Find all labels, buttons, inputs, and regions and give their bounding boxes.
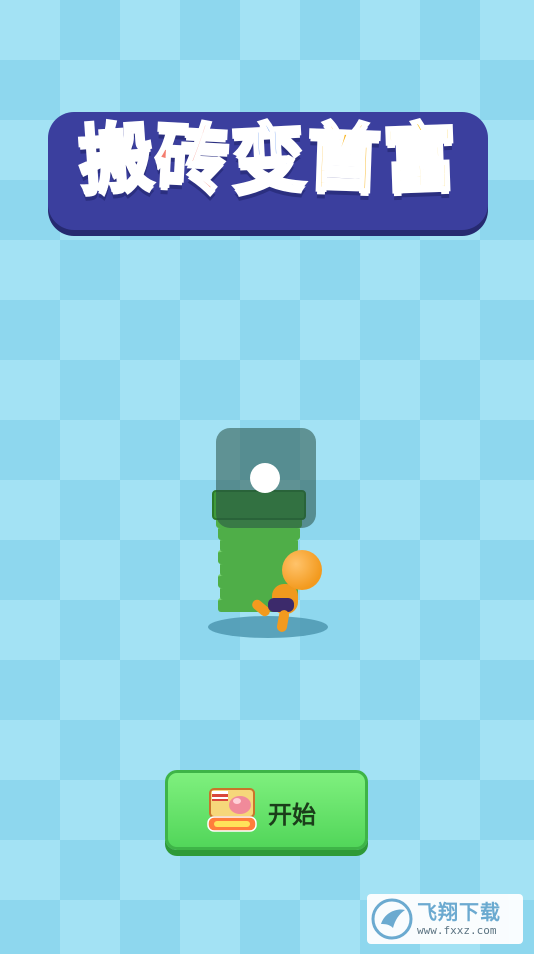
brick [218, 526, 300, 540]
title-char: 砖 [151, 113, 232, 206]
character-scene [200, 420, 340, 650]
title-char: 富 [380, 113, 460, 205]
title-char: 变 [227, 113, 308, 206]
wing-logo-icon [371, 898, 413, 940]
start-button[interactable]: 开始 [165, 770, 368, 850]
watermark-url: www.fxxz.com [417, 924, 497, 937]
game-title: 搬 砖 变 首 富 [48, 112, 488, 206]
watermark-brand: 飞翔下载 [417, 900, 501, 924]
white-ball [250, 463, 280, 493]
brick [220, 538, 298, 552]
runner-head [282, 550, 322, 590]
game-title-logo: 搬 砖 变 首 富 [48, 112, 488, 230]
ground-shadow [208, 616, 328, 638]
ad-video-icon [204, 785, 260, 837]
title-char: 搬 [75, 112, 158, 206]
title-char: 首 [304, 113, 384, 205]
watermark: 飞翔下载 www.fxxz.com [367, 894, 523, 944]
start-button-label: 开始 [268, 801, 316, 829]
